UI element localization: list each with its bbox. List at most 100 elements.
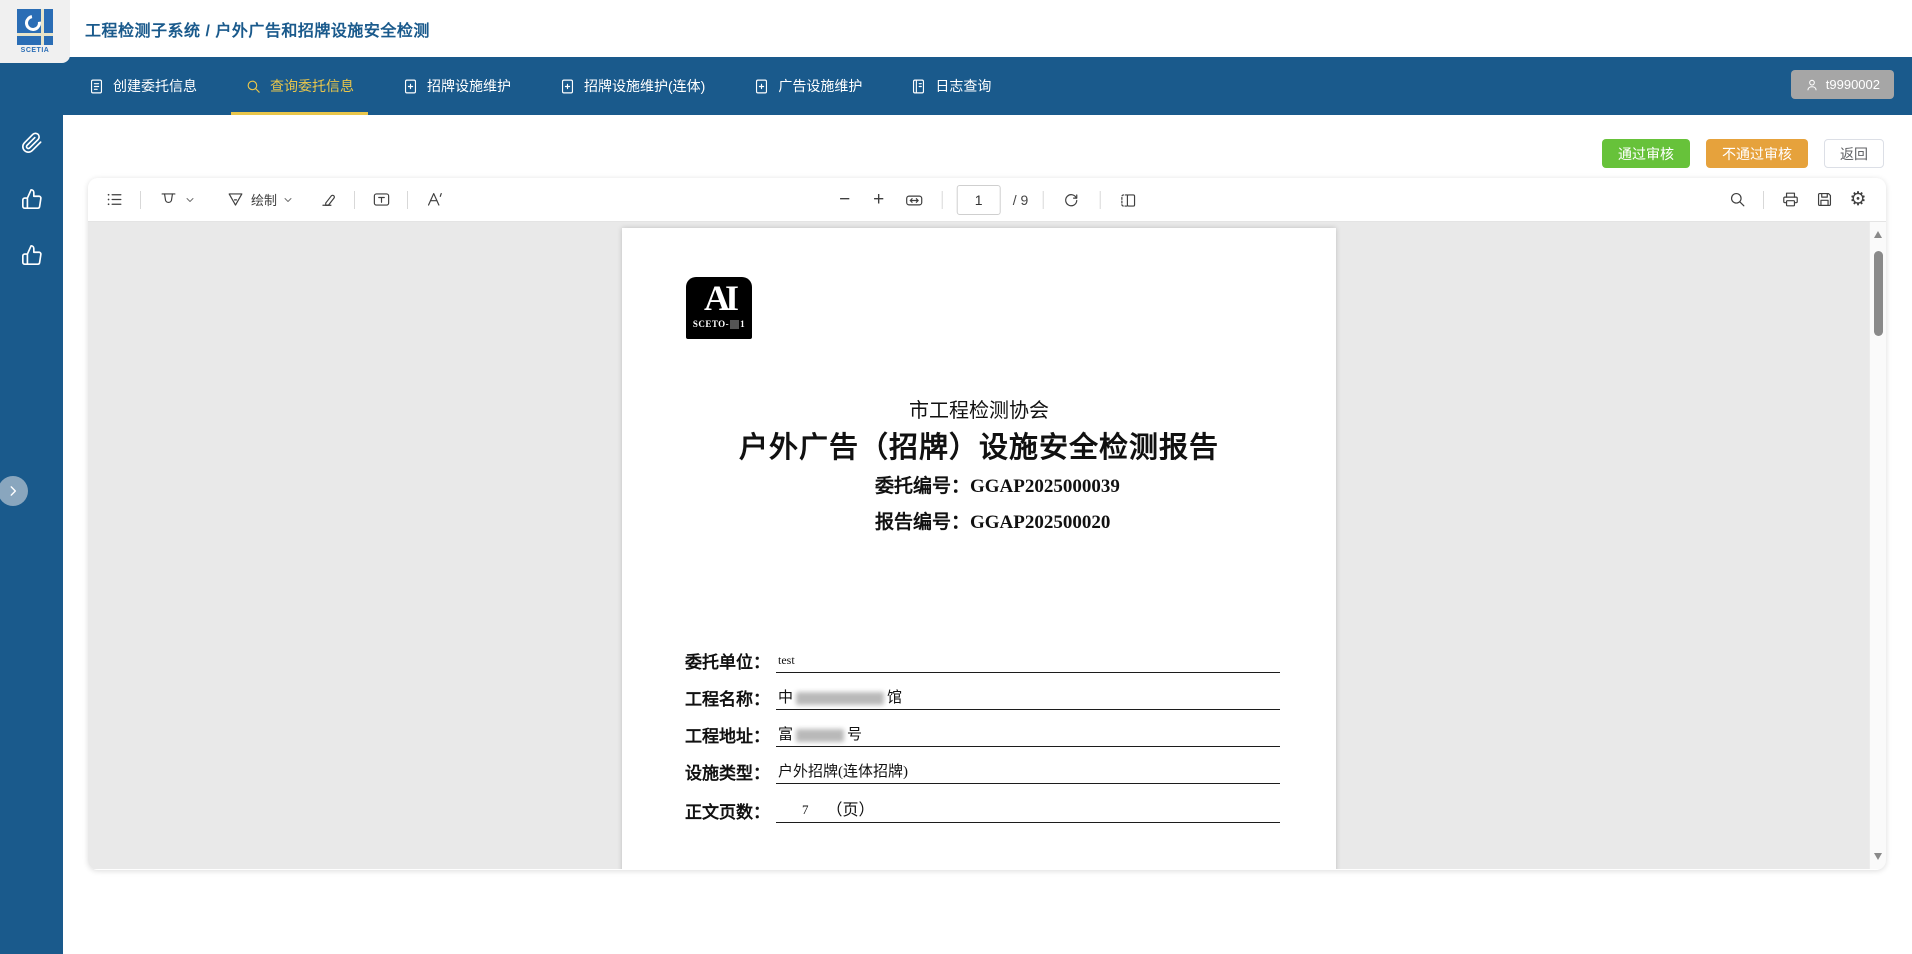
- redacted-block: [730, 320, 739, 329]
- toolbar-separator: [354, 191, 355, 209]
- page-number-input[interactable]: [957, 185, 1001, 215]
- toolbar-separator: [942, 191, 943, 209]
- scroll-down-icon[interactable]: [1874, 853, 1882, 860]
- field-value: 7: [802, 802, 809, 818]
- tab-label: 招牌设施维护: [427, 76, 511, 96]
- pdf-canvas: AI SCETO-1 市工程检测协会 户外广告（招牌）设施安全检测报告 委托编号…: [88, 222, 1886, 869]
- commission-number: 委托编号：GGAP2025000039: [875, 471, 1120, 498]
- report-logo-text: AI: [704, 277, 734, 319]
- text-box-icon[interactable]: [367, 186, 395, 214]
- zoom-out-icon[interactable]: −: [832, 186, 858, 214]
- tab-signboard-maintenance-joined[interactable]: 招牌设施维护(连体): [559, 57, 705, 115]
- app-logo: SCETIA: [0, 0, 70, 63]
- field-value: 户外招牌(连体招牌): [778, 760, 908, 781]
- search-icon: [245, 78, 262, 95]
- main-navbar: 创建委托信息 查询委托信息 招牌设施维护 招牌设施维护(连体) 广告设施维护 日…: [0, 57, 1912, 115]
- field-value-suffix: 馆: [887, 686, 902, 707]
- reject-button[interactable]: 不通过审核: [1706, 139, 1808, 168]
- settings-icon[interactable]: ⚙: [1844, 186, 1872, 214]
- report-number: 报告编号：GGAP202500020: [875, 507, 1110, 534]
- app-window: 工程检测子系统 / 户外广告和招牌设施安全检测 SCETIA 创建委托信息 查询…: [0, 0, 1912, 954]
- tab-label: 创建委托信息: [113, 76, 197, 96]
- redacted-text: [796, 729, 844, 742]
- pdf-toolbar: 绘制 − +: [88, 178, 1886, 222]
- report-document: AI SCETO-1 市工程检测协会 户外广告（招牌）设施安全检测报告 委托编号…: [622, 228, 1336, 869]
- report-logo-subtext: SCETO-1: [693, 319, 745, 329]
- chevron-down-icon: [184, 194, 196, 206]
- toolbar-right-group: ⚙: [1723, 186, 1872, 214]
- pdf-viewer-panel: 绘制 − +: [88, 178, 1886, 870]
- report-title: 户外广告（招牌）设施安全检测报告: [622, 424, 1336, 466]
- log-icon: [910, 78, 927, 95]
- field-value-prefix: 富: [778, 723, 793, 744]
- approve-button[interactable]: 通过审核: [1602, 139, 1690, 168]
- username: t9990002: [1826, 77, 1880, 92]
- print-icon[interactable]: [1776, 186, 1804, 214]
- user-badge[interactable]: t9990002: [1791, 70, 1894, 99]
- logo-text: SCETIA: [21, 47, 50, 54]
- page-layout-icon[interactable]: [1114, 186, 1142, 214]
- tab-label: 招牌设施维护(连体): [584, 76, 705, 96]
- vertical-scrollbar[interactable]: [1869, 222, 1886, 869]
- toolbar-center-group: − + / 9: [832, 178, 1143, 222]
- chevron-right-icon: [6, 484, 20, 498]
- tab-label: 日志查询: [935, 76, 991, 96]
- pdf-page: AI SCETO-1 市工程检测协会 户外广告（招牌）设施安全检测报告 委托编号…: [622, 228, 1336, 869]
- top-header: 工程检测子系统 / 户外广告和招牌设施安全检测: [63, 0, 1912, 57]
- highlighter-dropdown[interactable]: [153, 183, 200, 217]
- field-commission-unit: 委托单位： test: [685, 648, 1280, 673]
- save-icon[interactable]: [1810, 186, 1838, 214]
- field-value: test: [778, 653, 795, 668]
- outline-list-icon[interactable]: [100, 186, 128, 214]
- toolbar-separator: [1763, 191, 1764, 209]
- eraser-icon[interactable]: [314, 186, 342, 214]
- page-total: / 9: [1013, 192, 1029, 208]
- nav-tabs: 创建委托信息 查询委托信息 招牌设施维护 招牌设施维护(连体) 广告设施维护 日…: [88, 57, 991, 115]
- thumbs-up-icon[interactable]: [21, 244, 43, 266]
- tab-create-commission[interactable]: 创建委托信息: [88, 57, 197, 115]
- toolbar-separator: [1042, 191, 1043, 209]
- toolbar-separator: [407, 191, 408, 209]
- document-plus-icon: [402, 78, 419, 95]
- highlighter-icon: [157, 186, 179, 214]
- scroll-up-icon[interactable]: [1874, 231, 1882, 238]
- document-plus-icon: [753, 78, 770, 95]
- tab-label: 广告设施维护: [778, 76, 862, 96]
- chevron-down-icon: [282, 194, 294, 206]
- thumbs-up-icon[interactable]: [21, 188, 43, 210]
- field-label: 正文页数：: [685, 798, 770, 823]
- document-plus-icon: [559, 78, 576, 95]
- zoom-in-icon[interactable]: +: [866, 186, 892, 214]
- report-logo: AI SCETO-1: [686, 277, 752, 339]
- tab-ad-facility-maintenance[interactable]: 广告设施维护: [753, 57, 862, 115]
- tab-log-query[interactable]: 日志查询: [910, 57, 991, 115]
- tab-signboard-maintenance[interactable]: 招牌设施维护: [402, 57, 511, 115]
- field-page-count: 正文页数： 7 （页）: [685, 796, 1280, 823]
- back-button[interactable]: 返回: [1824, 139, 1884, 168]
- rotate-icon[interactable]: [1057, 186, 1085, 214]
- field-value-suffix: 号: [847, 723, 862, 744]
- draw-dropdown[interactable]: 绘制: [220, 183, 298, 217]
- review-actions: 通过审核 不通过审核 返回: [1602, 139, 1884, 168]
- freetext-icon[interactable]: [420, 186, 448, 214]
- field-label: 委托单位：: [685, 648, 770, 673]
- field-label: 工程名称：: [685, 685, 770, 710]
- logo-sub-post: 1: [740, 319, 745, 329]
- toolbar-left-group: 绘制: [100, 183, 448, 217]
- field-project-address: 工程地址： 富 号: [685, 722, 1280, 747]
- redacted-text: [796, 692, 884, 705]
- association-name: 市工程检测协会: [622, 394, 1336, 423]
- field-facility-type: 设施类型： 户外招牌(连体招牌): [685, 759, 1280, 784]
- field-value-prefix: 中: [778, 686, 793, 707]
- tab-query-commission[interactable]: 查询委托信息: [245, 57, 354, 115]
- field-label: 工程地址：: [685, 722, 770, 747]
- draw-label: 绘制: [251, 190, 277, 209]
- scrollbar-thumb[interactable]: [1874, 251, 1883, 336]
- field-project-name: 工程名称： 中 馆: [685, 685, 1280, 710]
- search-icon[interactable]: [1723, 186, 1751, 214]
- page-title: 工程检测子系统 / 户外广告和招牌设施安全检测: [85, 0, 430, 57]
- link-icon[interactable]: [21, 132, 43, 154]
- fit-width-icon[interactable]: [900, 186, 928, 214]
- field-value-unit: （页）: [827, 796, 875, 820]
- draw-pen-icon: [224, 186, 246, 214]
